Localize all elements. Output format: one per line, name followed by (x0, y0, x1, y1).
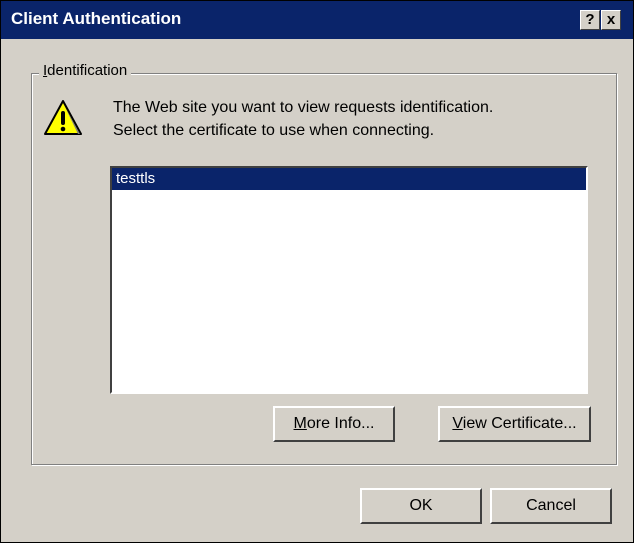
identification-message: The Web site you want to view requests i… (113, 96, 493, 142)
close-button[interactable]: x (601, 10, 621, 30)
certificate-list[interactable]: testtls (110, 166, 588, 394)
help-icon: ? (585, 11, 595, 28)
warning-icon (44, 100, 82, 135)
list-item[interactable]: testtls (112, 168, 586, 190)
message-line-2: Select the certificate to use when conne… (113, 122, 435, 139)
cancel-button[interactable]: Cancel (490, 488, 612, 524)
more-info-button[interactable]: More Info... (273, 406, 395, 442)
ok-button[interactable]: OK (360, 488, 482, 524)
message-line-1: The Web site you want to view requests i… (113, 99, 494, 116)
view-certificate-button[interactable]: View Certificate... (438, 406, 591, 442)
identification-group-label: Identification (39, 62, 132, 79)
title-bar[interactable]: Client Authentication ? x (1, 1, 633, 39)
close-icon: x (606, 11, 616, 28)
help-button[interactable]: ? (580, 10, 600, 30)
client-authentication-dialog: Client Authentication ? x Identification… (0, 0, 634, 543)
dialog-title: Client Authentication (11, 9, 182, 28)
